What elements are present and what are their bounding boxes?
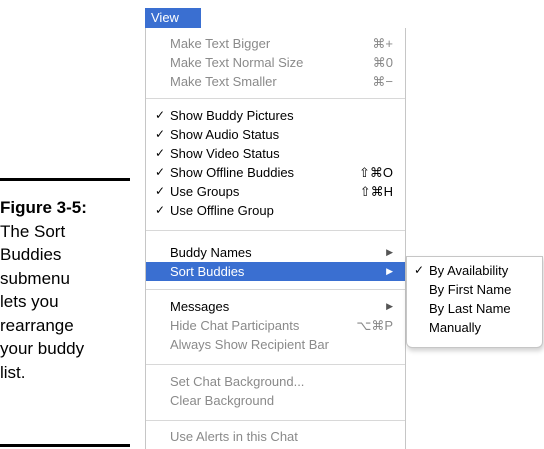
view-menu: Make Text Bigger ⌘+ Make Text Normal Siz… xyxy=(145,28,406,449)
submenu-item-manually[interactable]: Manually xyxy=(407,318,542,337)
submenu-item-by-availability[interactable]: ✓ By Availability xyxy=(407,261,542,280)
menu-item-buddy-names[interactable]: Buddy Names ▶ xyxy=(146,243,405,262)
menu-item-label: Use Offline Group xyxy=(170,203,274,218)
caption-line: list. xyxy=(0,362,26,382)
menu-item-make-text-smaller[interactable]: Make Text Smaller ⌘− xyxy=(146,72,405,91)
menu-item-clear-background[interactable]: Clear Background xyxy=(146,391,405,410)
menu-item-make-text-normal[interactable]: Make Text Normal Size ⌘0 xyxy=(146,53,405,72)
menu-separator xyxy=(146,98,405,99)
checkmark-icon: ✓ xyxy=(155,108,166,122)
menu-item-use-offline-group[interactable]: ✓ Use Offline Group xyxy=(146,201,405,220)
menu-separator xyxy=(146,289,405,290)
caption-top-rule xyxy=(0,178,130,181)
checkmark-icon: ✓ xyxy=(155,184,166,198)
menu-item-label: Buddy Names xyxy=(170,245,252,260)
shortcut-label: ⌘0 xyxy=(372,55,393,70)
submenu-item-by-first-name[interactable]: By First Name xyxy=(407,280,542,299)
figure-caption: Figure 3-5: The Sort Buddies submenu let… xyxy=(0,196,140,384)
shortcut-label: ⌥⌘P xyxy=(356,318,393,333)
submenu-item-label: By Last Name xyxy=(429,301,511,316)
checkmark-icon: ✓ xyxy=(155,203,166,217)
shortcut-label: ⇧⌘H xyxy=(359,184,393,199)
menu-item-label: Use Groups xyxy=(170,184,240,199)
checkmark-icon: ✓ xyxy=(155,146,166,160)
caption-line: submenu xyxy=(0,268,70,288)
checkmark-icon: ✓ xyxy=(155,127,166,141)
menu-item-show-audio-status[interactable]: ✓ Show Audio Status xyxy=(146,125,405,144)
menu-separator xyxy=(146,364,405,365)
menu-item-label: Show Offline Buddies xyxy=(170,165,295,180)
menu-item-label: Make Text Normal Size xyxy=(170,55,304,70)
menu-item-always-show-recipient-bar[interactable]: Always Show Recipient Bar xyxy=(146,335,405,354)
submenu-arrow-icon: ▶ xyxy=(386,247,393,257)
shortcut-label: ⌘− xyxy=(372,74,393,89)
menu-item-show-video-status[interactable]: ✓ Show Video Status xyxy=(146,144,405,163)
menu-item-label: Show Buddy Pictures xyxy=(170,108,294,123)
menu-item-make-text-bigger[interactable]: Make Text Bigger ⌘+ xyxy=(146,34,405,53)
menu-item-label: Sort Buddies xyxy=(170,264,245,279)
menu-separator xyxy=(146,420,405,421)
submenu-item-label: By Availability xyxy=(429,263,509,278)
menu-item-label: Use Alerts in this Chat xyxy=(170,429,298,444)
figure-number: Figure 3-5: xyxy=(0,198,87,217)
view-menu-title[interactable]: View xyxy=(145,8,201,28)
menu-item-set-chat-background[interactable]: Set Chat Background... xyxy=(146,372,405,391)
submenu-item-by-last-name[interactable]: By Last Name xyxy=(407,299,542,318)
menu-item-use-groups[interactable]: ✓ Use Groups ⇧⌘H xyxy=(146,182,405,201)
caption-line: Buddies xyxy=(0,245,62,264)
submenu-arrow-icon: ▶ xyxy=(386,266,393,276)
caption-line: The Sort xyxy=(0,221,66,241)
menu-item-show-buddy-pictures[interactable]: ✓ Show Buddy Pictures xyxy=(146,106,405,125)
checkmark-icon: ✓ xyxy=(155,165,166,179)
shortcut-label: ⇧⌘O xyxy=(358,165,393,180)
caption-bottom-rule xyxy=(0,444,130,447)
menu-item-label: Show Audio Status xyxy=(170,127,280,142)
menu-item-messages[interactable]: Messages ▶ xyxy=(146,297,405,316)
menu-item-label: Set Chat Background... xyxy=(170,374,305,389)
caption-line: lets you xyxy=(0,292,59,311)
menu-item-use-alerts[interactable]: Use Alerts in this Chat xyxy=(146,427,405,446)
submenu-item-label: By First Name xyxy=(429,282,512,297)
submenu-item-label: Manually xyxy=(429,320,482,335)
menu-item-label: Hide Chat Participants xyxy=(170,318,300,333)
menu-item-label: Make Text Smaller xyxy=(170,74,277,89)
sort-buddies-submenu: ✓ By Availability By First Name By Last … xyxy=(406,256,543,348)
caption-line: rearrange xyxy=(0,315,74,335)
menu-item-sort-buddies[interactable]: Sort Buddies ▶ xyxy=(146,262,405,281)
menu-item-label: Show Video Status xyxy=(170,146,280,161)
menu-item-show-offline-buddies[interactable]: ✓ Show Offline Buddies ⇧⌘O xyxy=(146,163,405,182)
menu-item-label: Always Show Recipient Bar xyxy=(170,337,329,352)
shortcut-label: ⌘+ xyxy=(372,36,393,51)
caption-line: your buddy xyxy=(0,339,85,358)
submenu-arrow-icon: ▶ xyxy=(386,301,393,311)
menu-item-label: Make Text Bigger xyxy=(170,36,271,51)
menu-separator xyxy=(146,230,405,231)
checkmark-icon: ✓ xyxy=(414,263,425,277)
menu-item-label: Messages xyxy=(170,299,230,314)
menu-item-label: Clear Background xyxy=(170,393,275,408)
menu-item-hide-chat-participants[interactable]: Hide Chat Participants ⌥⌘P xyxy=(146,316,405,335)
